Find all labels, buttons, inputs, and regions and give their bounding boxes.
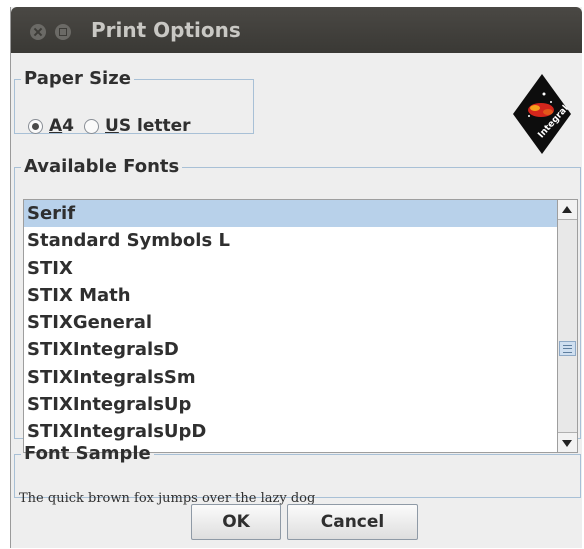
radio-a4-mnemonic: A: [49, 116, 63, 136]
radio-us-letter-label-rest: S letter: [118, 116, 191, 136]
font-list-item[interactable]: STIXIntegralsUpD: [24, 418, 557, 445]
available-fonts-legend: Available Fonts: [24, 156, 180, 177]
radio-a4-label[interactable]: A4: [49, 116, 74, 136]
font-list-item[interactable]: STIXIntegralsSm: [24, 364, 557, 391]
ok-button[interactable]: OK: [191, 504, 281, 540]
scroll-track[interactable]: [559, 220, 576, 432]
window-title: Print Options: [91, 18, 241, 42]
radio-a4-label-rest: 4: [62, 116, 75, 136]
radio-us-letter[interactable]: [84, 118, 100, 134]
font-list-item[interactable]: STIXGeneral: [24, 309, 557, 336]
radio-us-letter-label[interactable]: US letter: [105, 116, 191, 136]
close-icon[interactable]: [30, 24, 46, 40]
print-options-dialog: Print Options Paper Size A4 US letter In…: [10, 7, 582, 548]
font-sample-legend: Font Sample: [24, 443, 151, 464]
paper-size-group: Paper Size A4 US letter: [14, 68, 254, 136]
cancel-button[interactable]: Cancel: [287, 504, 418, 540]
paper-size-options: A4 US letter: [28, 116, 201, 136]
font-list-scrollbar[interactable]: [558, 199, 578, 453]
available-fonts-group: Available Fonts Serif Standard Symbols L…: [14, 156, 581, 453]
font-list[interactable]: Serif Standard Symbols L STIX STIX Math …: [23, 199, 558, 453]
font-list-item[interactable]: Standard Symbols L: [24, 227, 557, 254]
font-sample-group: Font Sample The quick brown fox jumps ov…: [14, 443, 581, 506]
maximize-icon[interactable]: [55, 24, 71, 40]
paper-size-legend: Paper Size: [24, 68, 131, 89]
font-list-item[interactable]: STIXIntegralsD: [24, 336, 557, 363]
scroll-thumb[interactable]: [559, 341, 576, 356]
scroll-up-icon[interactable]: [558, 200, 577, 220]
integral-logo-icon: Integral: [513, 74, 571, 154]
radio-a4[interactable]: [28, 118, 43, 134]
font-list-item[interactable]: STIXIntegralsUp: [24, 391, 557, 418]
font-list-item[interactable]: STIX Math: [24, 282, 557, 309]
radio-us-letter-mnemonic: U: [105, 116, 119, 136]
font-list-item[interactable]: STIX: [24, 255, 557, 282]
title-bar[interactable]: Print Options: [11, 7, 582, 53]
font-list-item[interactable]: Serif: [24, 200, 557, 228]
